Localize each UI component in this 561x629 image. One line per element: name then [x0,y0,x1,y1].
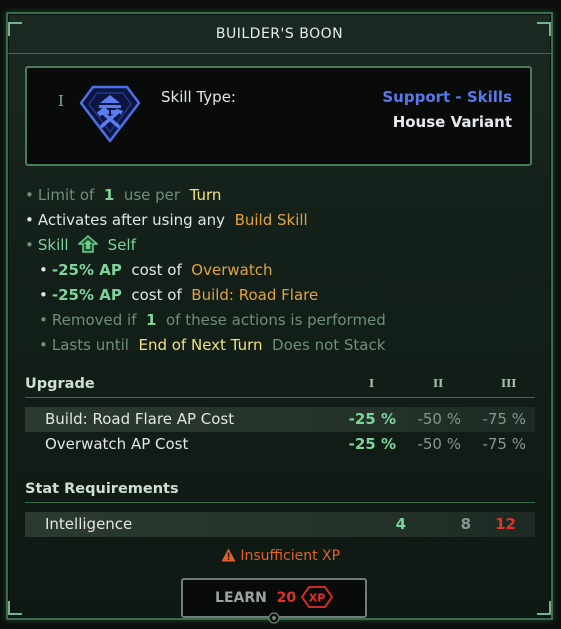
activates-line: • Activates after using any Build Skill [25,211,308,229]
svg-text:XP: XP [309,591,326,604]
target-line: • Skill Self [25,234,136,254]
upgrade-row: Overwatch AP Cost -25 % -50 % -75 % [45,435,526,453]
corner-decoration [537,601,551,615]
rank-column-2: II [433,377,444,390]
removed-line: • Removed if 1 of these actions is perfor… [39,311,386,329]
panel-knob-decoration [268,612,280,624]
limit-line: • Limit of 1 use per Turn [25,186,222,204]
rank-column-1: I [369,377,375,390]
corner-decoration [8,601,22,615]
warning-icon [221,548,236,562]
skill-header-box: I Skill Type: Support - Skills House Var… [25,66,532,166]
xp-badge-icon: XP [300,585,333,608]
duration-line: • Lasts until End of Next Turn Does not S… [39,336,386,354]
upgrade-row: Build: Road Flare AP Cost -25 % -50 % -7… [25,407,535,432]
skill-variant: House Variant [392,113,512,131]
skill-type-label: Skill Type: [161,88,236,106]
requirement-row: Intelligence 4 8 12 [25,512,535,537]
modifier-line-overwatch: • -25% AP cost of Overwatch [39,261,273,279]
upgrade-header: Upgrade I II III [25,371,535,398]
buff-arrow-icon [77,234,100,253]
skill-rank: I [58,92,64,110]
skill-type-value: Support - Skills [382,88,512,106]
hammer-pickaxe-icon [79,85,141,143]
modifier-line-road-flare: • -25% AP cost of Build: Road Flare [39,286,319,304]
skill-title: BUILDER'S BOON [8,14,551,54]
skill-description: • Limit of 1 use per Turn • Activates afte… [25,183,535,358]
insufficient-xp-warning: Insufficient XP [0,548,561,564]
rank-column-3: III [501,377,517,390]
stat-requirements-header: Stat Requirements [25,476,535,503]
